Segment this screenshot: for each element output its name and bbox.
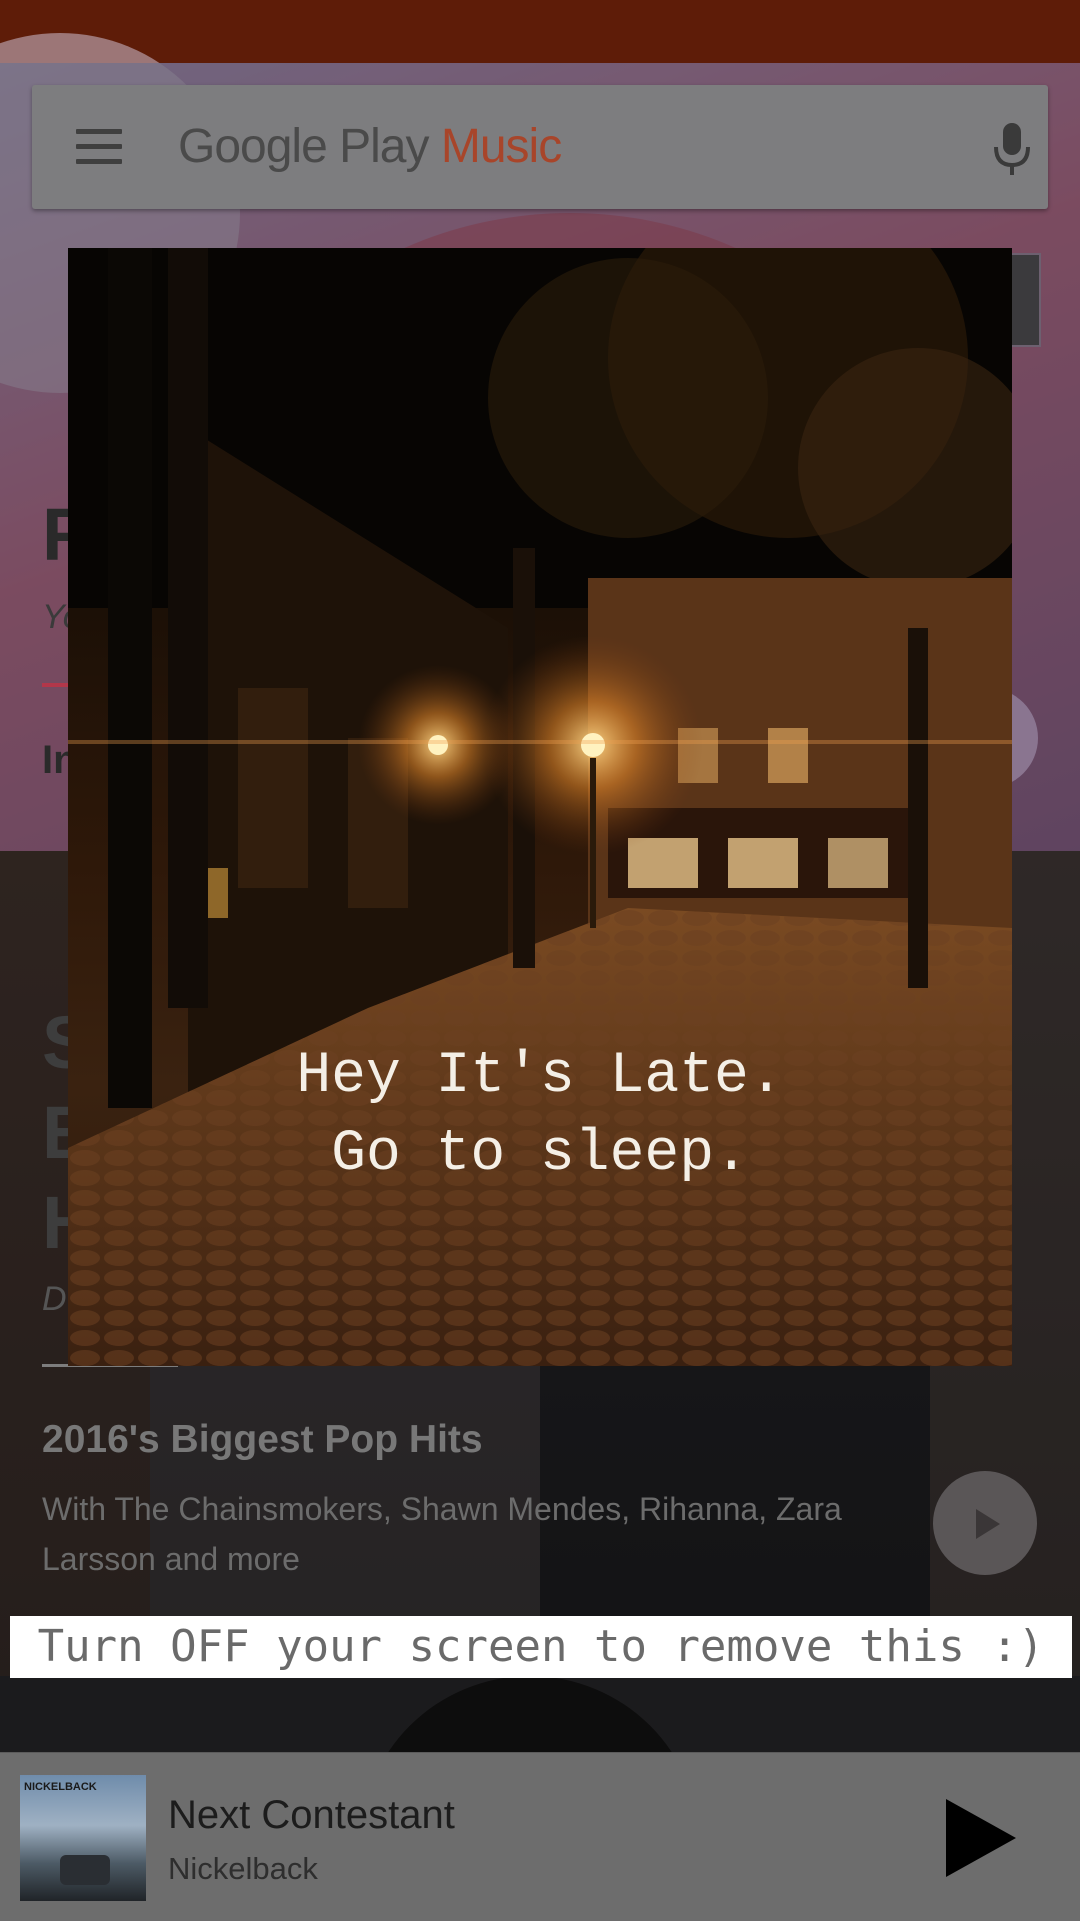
track-artist[interactable]: Nickelback xyxy=(168,1851,318,1887)
status-bar xyxy=(0,0,1080,63)
playlist-subtitle: With The Chainsmokers, Shawn Mendes, Rih… xyxy=(42,1491,842,1577)
overlay-message: Hey It's Late. Go to sleep. xyxy=(68,1038,1012,1194)
playlist-play-button[interactable] xyxy=(933,1471,1037,1575)
mic-icon[interactable] xyxy=(992,121,1032,177)
overlay-line-2: Go to sleep. xyxy=(331,1122,749,1187)
logo-suffix: Music xyxy=(440,120,562,173)
hamburger-icon[interactable] xyxy=(76,129,122,165)
street-scene xyxy=(68,248,1012,1366)
playlist-title[interactable]: 2016's Biggest Pop Hits xyxy=(42,1418,483,1462)
track-title[interactable]: Next Contestant xyxy=(168,1793,455,1838)
play-icon[interactable] xyxy=(932,1793,1022,1883)
album-art[interactable]: NICKELBACK xyxy=(20,1775,146,1901)
search-bar[interactable]: Google Play Music xyxy=(32,85,1048,209)
credit-peek: D xyxy=(42,1280,67,1318)
now-playing-bar[interactable]: NICKELBACK Next Contestant Nickelback xyxy=(0,1752,1080,1921)
app-logo: Google Play Music xyxy=(178,119,562,174)
album-art-band: NICKELBACK xyxy=(24,1781,97,1793)
logo-prefix: Google Play xyxy=(178,120,429,173)
turn-off-banner: Turn OFF your screen to remove this :) xyxy=(10,1616,1072,1678)
overlay-line-1: Hey It's Late. xyxy=(296,1044,784,1109)
bedtime-overlay-image: Hey It's Late. Go to sleep. xyxy=(68,248,1012,1366)
side-card-edge xyxy=(1010,253,1041,347)
